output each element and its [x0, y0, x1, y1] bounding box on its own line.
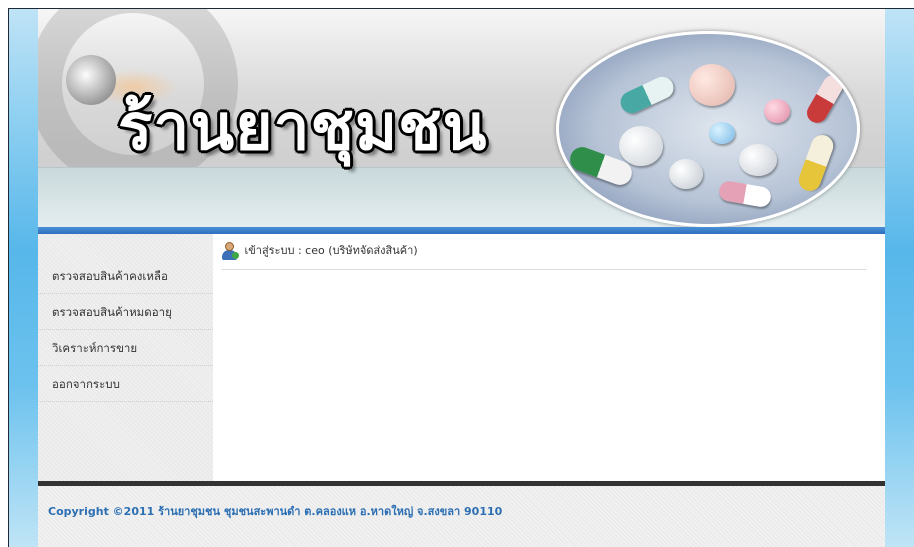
copyright-text: Copyright ©2011 ร้านยาชุมชน ชุมชนสะพานดำ…	[48, 505, 503, 518]
pills-image	[556, 31, 860, 227]
sidebar-item-check-expired[interactable]: ตรวจสอบสินค้าหมดอายุ	[38, 294, 213, 330]
pill-white	[619, 126, 663, 166]
pill-white	[689, 64, 735, 106]
capsule-pink	[717, 179, 773, 209]
user-add-icon	[221, 242, 239, 260]
capsule-teal	[616, 73, 678, 117]
pill-pink	[764, 99, 790, 123]
site-header: ร้านยาชุมชน	[38, 9, 885, 227]
decorative-sphere	[66, 55, 116, 105]
sidebar: ตรวจสอบสินค้าคงเหลือ ตรวจสอบสินค้าหมดอาย…	[38, 234, 213, 481]
pill-white	[739, 144, 777, 176]
sidebar-item-sales-analysis[interactable]: วิเคราะห์การขาย	[38, 330, 213, 366]
site-title: ร้านยาชุมชน	[118, 90, 488, 165]
login-status-bar: เข้าสู่ระบบ : ceo (บริษัทจัดส่งสินค้า)	[221, 242, 867, 270]
main-content: เข้าสู่ระบบ : ceo (บริษัทจัดส่งสินค้า)	[213, 234, 885, 481]
sidebar-item-logout[interactable]: ออกจากระบบ	[38, 366, 213, 402]
sidebar-item-check-stock[interactable]: ตรวจสอบสินค้าคงเหลือ	[38, 258, 213, 294]
capsule-yellow	[795, 131, 837, 195]
page-container: ร้านยาชุมชน ตรวจสอบสินค้าคงเหลือ ตรวจสอบ…	[38, 9, 885, 547]
capsule-red	[803, 71, 847, 127]
login-status-text: เข้าสู่ระบบ : ceo (บริษัทจัดส่งสินค้า)	[244, 244, 418, 257]
pill-blue	[709, 122, 735, 144]
sidebar-menu: ตรวจสอบสินค้าคงเหลือ ตรวจสอบสินค้าหมดอาย…	[38, 258, 213, 402]
pill-white	[669, 159, 703, 189]
header-divider	[38, 227, 885, 234]
site-footer: Copyright ©2011 ร้านยาชุมชน ชุมชนสะพานดำ…	[38, 486, 885, 547]
browser-frame: ร้านยาชุมชน ตรวจสอบสินค้าคงเหลือ ตรวจสอบ…	[8, 8, 914, 547]
